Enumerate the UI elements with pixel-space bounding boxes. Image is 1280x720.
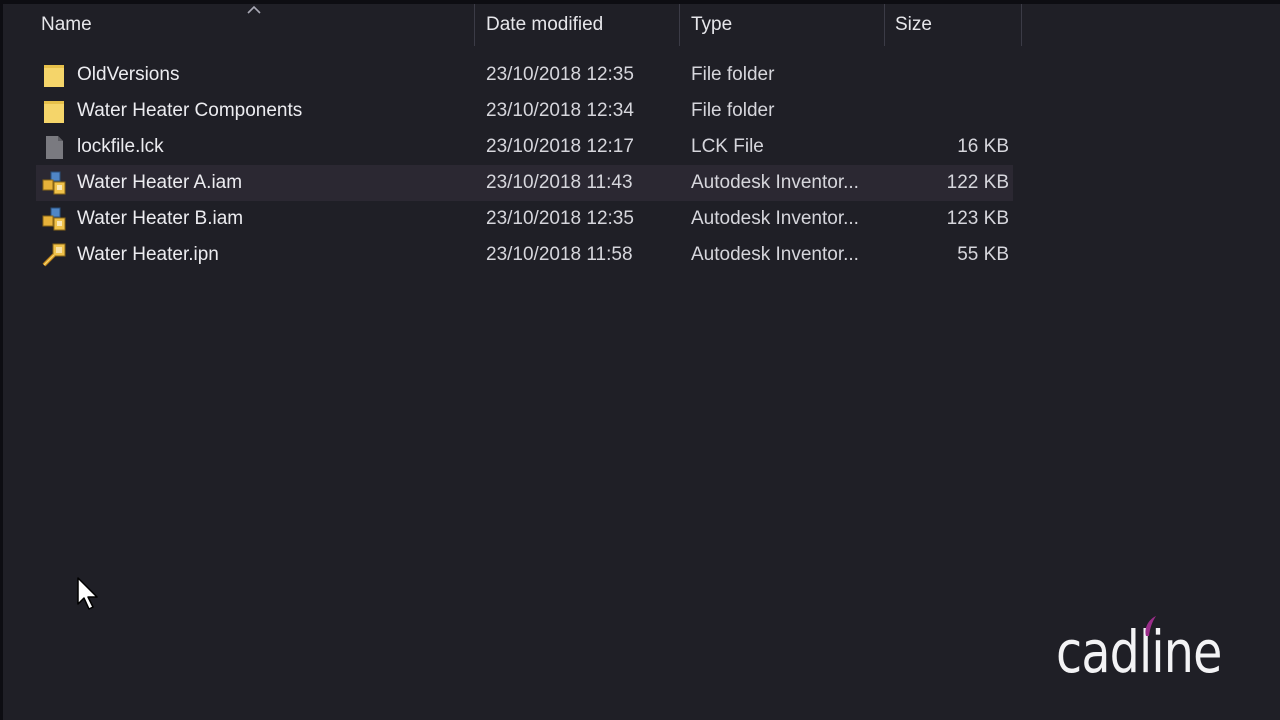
inventor-presentation-icon [42,243,66,267]
file-date-modified: 23/10/2018 11:43 [486,172,633,193]
cadline-watermark-logo: cadline [1056,614,1230,694]
file-name: Water Heater Components [77,100,303,121]
file-type: LCK File [691,136,764,157]
inventor-assembly-icon [42,207,66,231]
file-name: Water Heater A.iam [77,172,243,193]
column-divider[interactable] [884,4,885,46]
watermark-text: cadline [1056,618,1222,686]
file-date-modified: 23/10/2018 12:34 [486,100,634,121]
window-left-border [0,0,3,720]
inventor-assembly-icon [42,171,66,195]
file-row-water-heater-ipn[interactable]: Water Heater.ipn 23/10/2018 11:58 Autode… [36,237,1013,273]
file-date-modified: 23/10/2018 11:58 [486,244,633,265]
file-size: 55 KB [957,244,1009,265]
mouse-pointer-icon [77,577,98,610]
file-list: OldVersions 23/10/2018 12:35 File folder… [36,57,1022,273]
column-header-type[interactable]: Type [691,4,884,46]
file-size: 123 KB [946,208,1009,229]
file-row-oldversions[interactable]: OldVersions 23/10/2018 12:35 File folder [36,57,1013,93]
folder-icon [44,65,64,87]
file-name: OldVersions [77,64,180,85]
file-name: Water Heater B.iam [77,208,244,229]
file-date-modified: 23/10/2018 12:35 [486,208,634,229]
column-header-bar: Name Date modified Type Size [0,4,1022,46]
column-divider[interactable] [474,4,475,46]
file-type: Autodesk Inventor... [691,208,859,229]
file-date-modified: 23/10/2018 12:35 [486,64,634,85]
file-row-water-heater-components[interactable]: Water Heater Components 23/10/2018 12:34… [36,93,1013,129]
column-header-date-modified[interactable]: Date modified [486,4,679,46]
file-name: lockfile.lck [77,136,164,157]
file-type: File folder [691,64,775,85]
file-size: 122 KB [946,172,1009,193]
column-divider[interactable] [1021,4,1022,46]
file-date-modified: 23/10/2018 12:17 [486,136,634,157]
column-divider[interactable] [679,4,680,46]
leaf-accent-icon [1145,616,1156,636]
file-row-lockfile[interactable]: lockfile.lck 23/10/2018 12:17 LCK File 1… [36,129,1013,165]
file-type: Autodesk Inventor... [691,172,859,193]
column-header-name[interactable]: Name [41,4,474,46]
file-type: Autodesk Inventor... [691,244,859,265]
column-header-size[interactable]: Size [895,4,1021,46]
file-name: Water Heater.ipn [77,244,219,265]
generic-file-icon [46,136,63,159]
file-size: 16 KB [957,136,1009,157]
file-type: File folder [691,100,775,121]
folder-icon [44,101,64,123]
file-row-water-heater-b[interactable]: Water Heater B.iam 23/10/2018 12:35 Auto… [36,201,1013,237]
file-explorer-window: Name Date modified Type Size OldVersions… [0,0,1280,720]
file-row-water-heater-a[interactable]: Water Heater A.iam 23/10/2018 11:43 Auto… [36,165,1013,201]
